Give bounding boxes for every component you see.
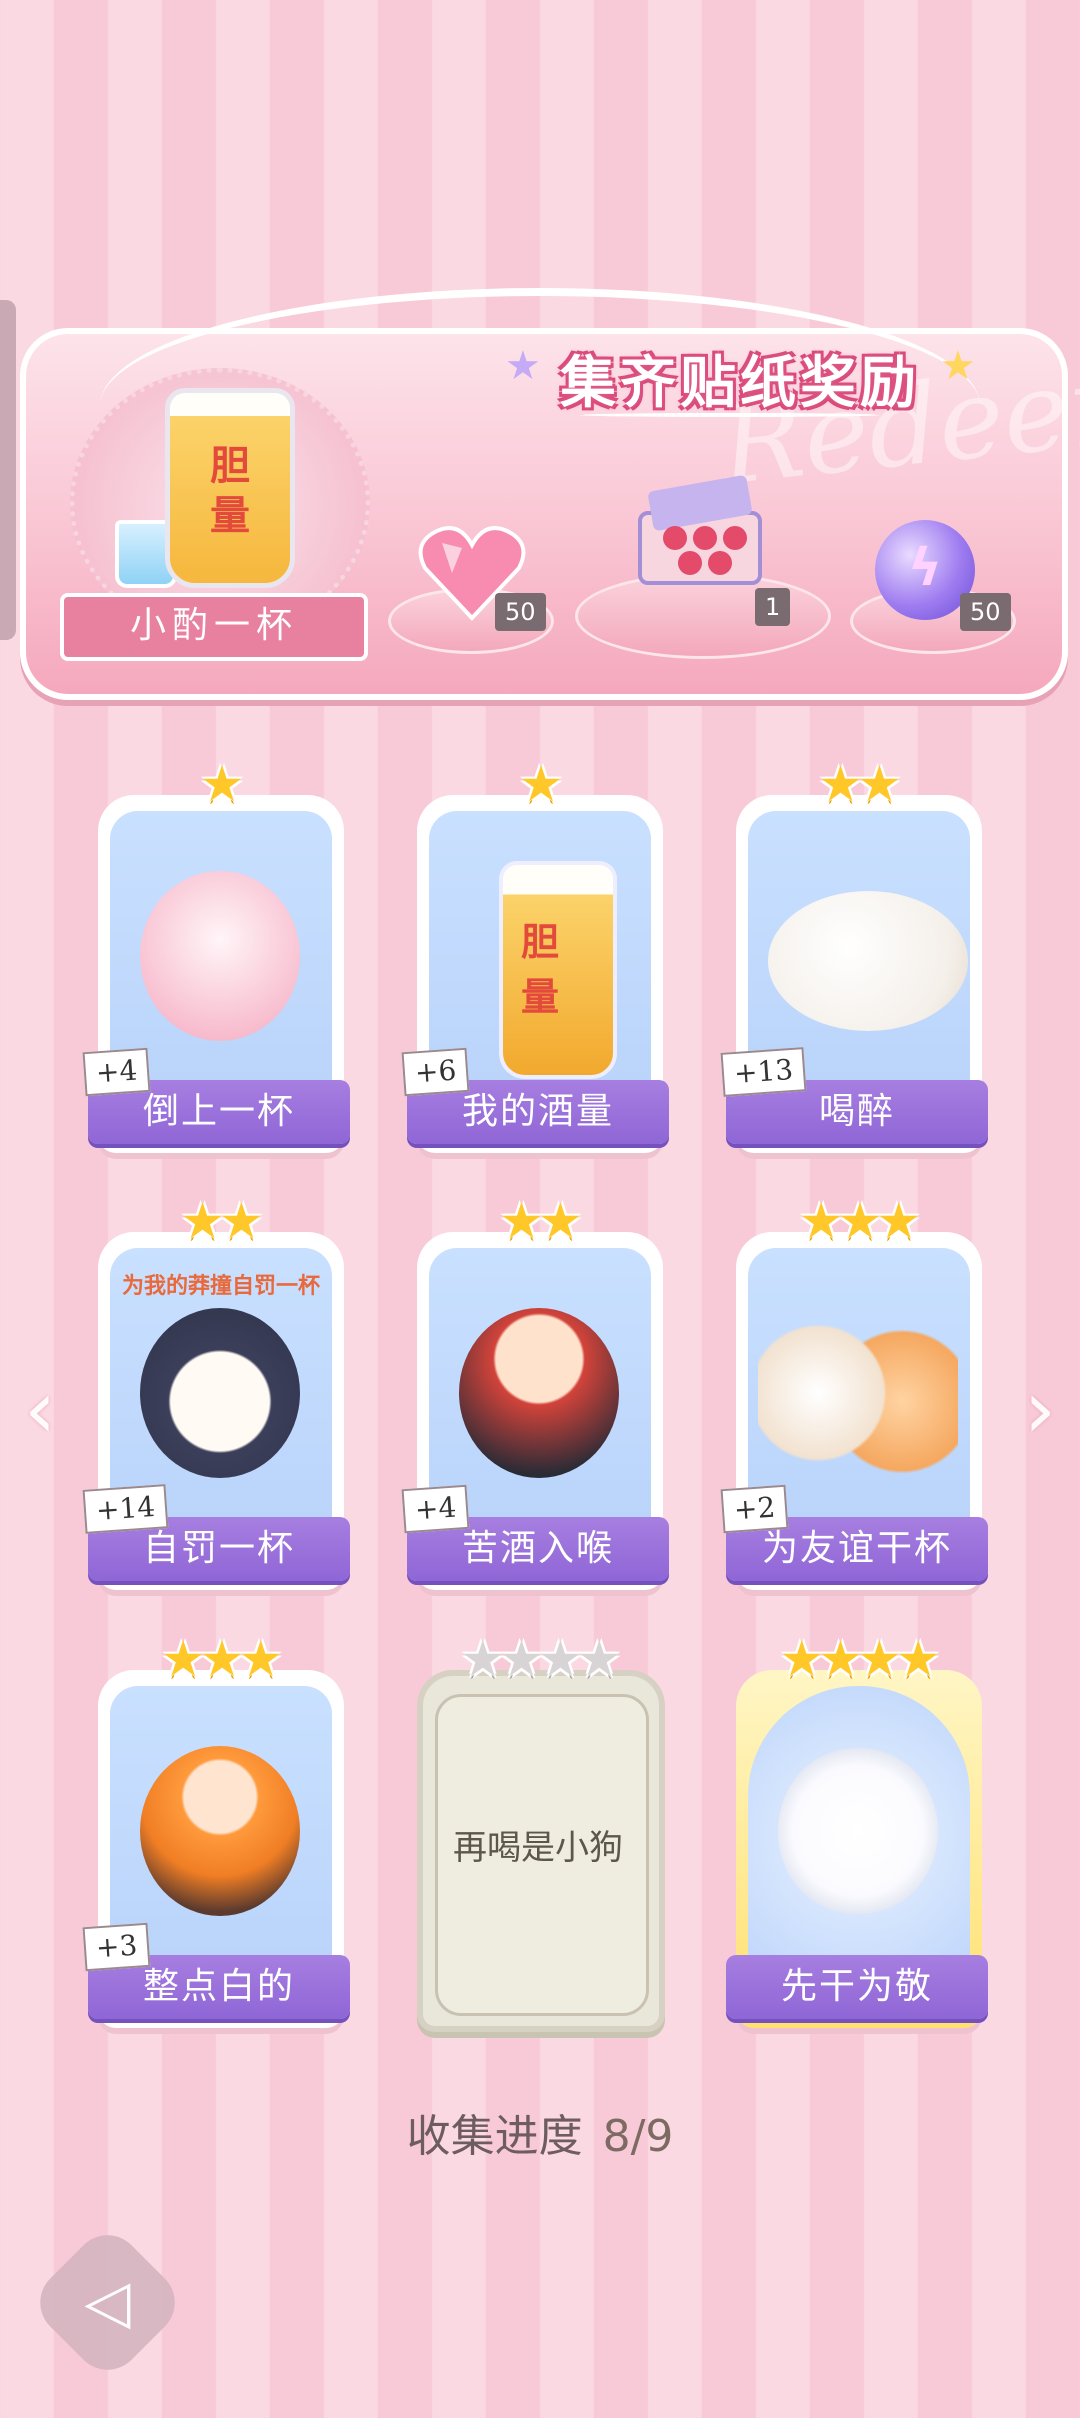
collection-progress: 收集进度 8/9 bbox=[0, 2100, 1080, 2164]
star-rating-icon: ★★ bbox=[180, 1192, 264, 1250]
back-button[interactable]: ◁ bbox=[26, 2221, 189, 2384]
sticker-reward-banner: Redeem ★ ★ 集齐贴纸奖励 胆 量 小酌一杯 ϟ 50 1 50 bbox=[20, 288, 1080, 708]
reward-count: 50 bbox=[495, 593, 546, 631]
star-rating-icon: ★★★★ bbox=[779, 1630, 940, 1688]
side-pull-tab[interactable] bbox=[0, 300, 16, 640]
card-artwork bbox=[748, 1686, 970, 1986]
sheep-pouring-beer-illustration bbox=[140, 871, 300, 1041]
star-decoration-icon: ★ bbox=[940, 343, 976, 389]
progress-value: 8/9 bbox=[602, 2111, 674, 2162]
reward-count: 1 bbox=[755, 588, 791, 626]
back-arrow-icon: ◁ bbox=[84, 2267, 131, 2337]
locked-card-name: 再喝是小狗 bbox=[453, 1828, 623, 1868]
card-bonus-count: +3 bbox=[82, 1922, 151, 1972]
penguin-wine-illustration bbox=[140, 1308, 300, 1478]
card-bonus-count: +14 bbox=[82, 1484, 169, 1534]
star-rating-icon: ★ bbox=[199, 755, 245, 813]
star-rating-icon: ★★★ bbox=[160, 1630, 283, 1688]
banner-title: 集齐贴纸奖励 bbox=[560, 351, 920, 416]
card-bonus-count: +4 bbox=[82, 1047, 151, 1097]
card-bonus-count: +13 bbox=[720, 1047, 807, 1097]
artwork-text: 为我的莽撞自罚一杯 bbox=[121, 1274, 320, 1299]
reward-count: 50 bbox=[960, 593, 1011, 631]
artwork-text: 胆 bbox=[520, 920, 559, 964]
dog-cat-cheers-illustration bbox=[758, 1308, 958, 1478]
drunk-cat-illustration bbox=[768, 891, 968, 1031]
card-bonus-count: +2 bbox=[720, 1484, 789, 1534]
card-bonus-count: +4 bbox=[401, 1484, 470, 1534]
orange-hair-girl-illustration bbox=[140, 1746, 300, 1916]
previous-page-arrow[interactable]: ‹ bbox=[10, 1370, 70, 1450]
star-rating-icon: ★★★ bbox=[798, 1192, 921, 1250]
star-decoration-icon: ★ bbox=[505, 343, 541, 389]
card-bonus-count: +6 bbox=[401, 1047, 470, 1097]
progress-label: 收集进度 bbox=[406, 2111, 583, 2162]
star-rating-icon: ★★ bbox=[499, 1192, 583, 1250]
red-hair-boy-beer-illustration bbox=[459, 1308, 619, 1478]
gift-box-icon[interactable] bbox=[630, 473, 770, 593]
next-page-arrow[interactable]: › bbox=[1010, 1370, 1070, 1450]
glass-text-2: 量 bbox=[210, 493, 250, 539]
duck-beer-mug-illustration bbox=[778, 1746, 938, 1916]
star-rating-icon: ★★ bbox=[818, 755, 902, 813]
card-title: 先干为敬 bbox=[726, 1955, 988, 2019]
decorative-dashed-line bbox=[580, 413, 880, 417]
main-reward-label: 小酌一杯 bbox=[60, 593, 368, 661]
artwork-text: 量 bbox=[520, 975, 559, 1019]
beer-glass-icon: 胆 量 bbox=[165, 388, 295, 588]
star-rating-icon: ★★★★ bbox=[460, 1630, 621, 1688]
star-rating-icon: ★ bbox=[518, 755, 564, 813]
